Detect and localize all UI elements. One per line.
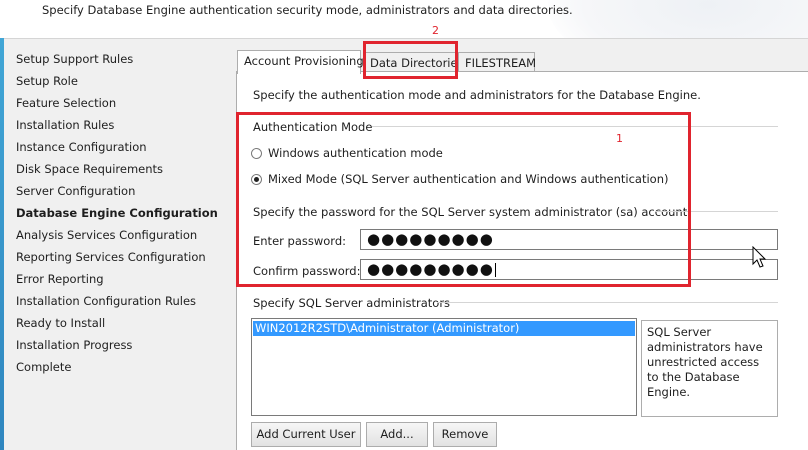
sa-password-group-line xyxy=(655,211,778,212)
add-button[interactable]: Add... xyxy=(366,422,428,447)
remove-button[interactable]: Remove xyxy=(433,422,497,447)
wizard-header: Specify Database Engine authentication s… xyxy=(0,0,808,39)
nav-step-item[interactable]: Installation Progress xyxy=(16,338,218,360)
window-left-accent xyxy=(0,38,4,450)
text-caret xyxy=(494,262,496,277)
nav-step-item[interactable]: Feature Selection xyxy=(16,96,218,118)
nav-step-item[interactable]: Installation Configuration Rules xyxy=(16,294,218,316)
enter-password-field[interactable]: ●●●●●●●●● xyxy=(360,229,778,250)
nav-step-item[interactable]: Instance Configuration xyxy=(16,140,218,162)
admins-list-item[interactable]: WIN2012R2STD\Administrator (Administrato… xyxy=(253,321,635,336)
panel-intro-text: Specify the authentication mode and admi… xyxy=(253,88,701,102)
nav-step-item[interactable]: Reporting Services Configuration xyxy=(16,250,218,272)
confirm-password-label: Confirm password: xyxy=(253,264,361,278)
nav-step-item[interactable]: Installation Rules xyxy=(16,118,218,140)
sa-password-group-title: Specify the password for the SQL Server … xyxy=(253,205,691,219)
nav-step-item[interactable]: Analysis Services Configuration xyxy=(16,228,218,250)
tab-filestream[interactable]: FILESTREAM xyxy=(458,52,536,73)
admins-group-line xyxy=(437,302,778,303)
confirm-password-field[interactable]: ●●●●●●●●● xyxy=(360,259,778,280)
auth-mode-group-title: Authentication Mode xyxy=(253,120,373,134)
add-current-user-button[interactable]: Add Current User xyxy=(251,422,361,447)
nav-step-item[interactable]: Setup Support Rules xyxy=(16,52,218,74)
admins-info-box: SQL Server administrators have unrestric… xyxy=(641,320,778,417)
mixed-mode-label[interactable]: Mixed Mode (SQL Server authentication an… xyxy=(268,172,668,186)
annotation-label-1: 1 xyxy=(616,132,623,145)
mixed-mode-radio[interactable] xyxy=(251,174,262,185)
tab-account-provisioning[interactable]: Account Provisioning xyxy=(237,50,364,74)
tab-data-directories[interactable]: Data Directories xyxy=(363,52,464,73)
header-decoration xyxy=(548,0,808,38)
auth-mode-group-line xyxy=(372,126,778,127)
windows-auth-radio[interactable] xyxy=(251,148,262,159)
wizard-steps-nav: Setup Support Rules Setup Role Feature Sel… xyxy=(16,52,218,382)
nav-step-item[interactable]: Ready to Install xyxy=(16,316,218,338)
enter-password-value: ●●●●●●●●● xyxy=(367,230,494,248)
nav-step-item[interactable]: Disk Space Requirements xyxy=(16,162,218,184)
nav-step-item[interactable]: Complete xyxy=(16,360,218,382)
mouse-pointer-icon xyxy=(752,246,767,268)
admins-listbox[interactable]: WIN2012R2STD\Administrator (Administrato… xyxy=(251,318,637,416)
nav-step-item[interactable]: Database Engine Configuration xyxy=(16,206,218,228)
nav-step-item[interactable]: Setup Role xyxy=(16,74,218,96)
enter-password-label: Enter password: xyxy=(253,234,346,248)
confirm-password-value: ●●●●●●●●● xyxy=(367,260,494,278)
nav-step-item[interactable]: Server Configuration xyxy=(16,184,218,206)
header-description: Specify Database Engine authentication s… xyxy=(42,3,573,17)
windows-auth-label[interactable]: Windows authentication mode xyxy=(268,146,443,160)
annotation-label-2: 2 xyxy=(432,24,439,37)
admins-group-title: Specify SQL Server administrators xyxy=(253,296,451,310)
nav-step-item[interactable]: Error Reporting xyxy=(16,272,218,294)
